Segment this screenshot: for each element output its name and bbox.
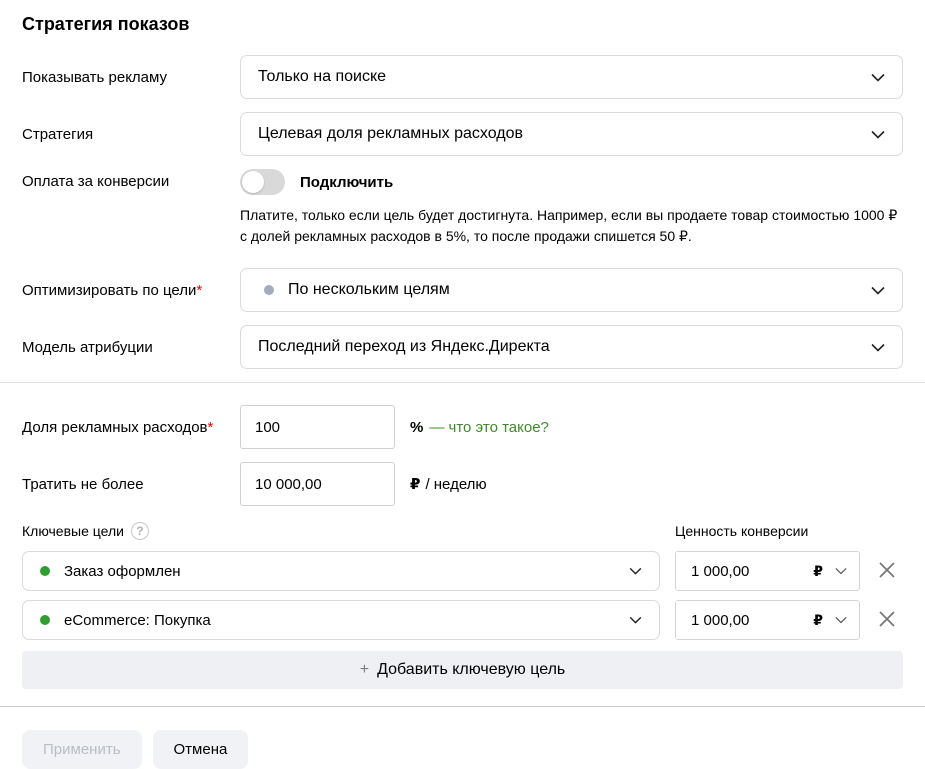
toggle-knob <box>242 171 264 193</box>
remove-goal-button[interactable] <box>876 559 898 584</box>
goal-row: eCommerce: Покупка ₽ <box>22 600 903 640</box>
display-strategy-form: Стратегия показов Показывать рекламу Тол… <box>0 0 925 769</box>
conversion-value-field: ₽ <box>675 551 860 591</box>
pay-per-conversion-toggle[interactable] <box>240 169 285 195</box>
goal-row: Заказ оформлен ₽ <box>22 551 903 591</box>
row-weekly-limit: Тратить не более ₽ / неделю <box>22 462 903 506</box>
strategy-value: Целевая доля рекламных расходов <box>258 125 861 143</box>
currency-symbol: ₽ <box>813 563 823 580</box>
ruble-unit: ₽ <box>410 475 420 493</box>
footer-actions: Применить Отмена <box>22 730 903 769</box>
conversion-value-input[interactable] <box>676 552 776 590</box>
attribution-model-select[interactable]: Последний переход из Яндекс.Директа <box>240 325 903 369</box>
remove-goal-button[interactable] <box>876 608 898 633</box>
plus-icon: + <box>360 661 369 679</box>
multi-goal-dot-icon <box>264 285 274 295</box>
goals-header: Ключевые цели ? Ценность конверсии <box>22 522 903 540</box>
goal-status-dot-icon <box>40 566 50 576</box>
chevron-down-icon <box>871 343 885 352</box>
required-asterisk: * <box>208 419 214 436</box>
row-attribution-model: Модель атрибуции Последний переход из Ян… <box>22 325 903 369</box>
weekly-limit-label: Тратить не более <box>22 476 240 493</box>
optimize-goal-select[interactable]: По нескольким целям <box>240 268 903 312</box>
per-week-suffix: / неделю <box>425 476 486 493</box>
footer-divider <box>0 706 925 707</box>
apply-button[interactable]: Применить <box>22 730 142 769</box>
conversion-value-field: ₽ <box>675 600 860 640</box>
row-strategy: Стратегия Целевая доля рекламных расходо… <box>22 112 903 156</box>
chevron-down-icon[interactable] <box>835 567 847 575</box>
close-icon <box>876 559 898 584</box>
chevron-down-icon <box>871 286 885 295</box>
page-title: Стратегия показов <box>22 14 903 35</box>
help-question-icon[interactable]: ? <box>131 522 149 540</box>
what-is-it-link[interactable]: — что это такое? <box>429 419 549 436</box>
row-show-ads: Показывать рекламу Только на поиске <box>22 55 903 99</box>
goal-select[interactable]: eCommerce: Покупка <box>22 600 660 640</box>
weekly-limit-input[interactable] <box>240 462 395 506</box>
goal-name: eCommerce: Покупка <box>64 612 619 629</box>
percent-unit: % <box>410 419 423 436</box>
goal-status-dot-icon <box>40 615 50 625</box>
show-ads-select[interactable]: Только на поиске <box>240 55 903 99</box>
conversion-value-title: Ценность конверсии <box>675 523 808 539</box>
chevron-down-icon[interactable] <box>835 616 847 624</box>
strategy-label: Стратегия <box>22 126 240 143</box>
add-key-goal-label: Добавить ключевую цель <box>377 661 565 679</box>
pay-per-conversion-description: Платите, только если цель будет достигну… <box>240 205 903 247</box>
section-divider <box>0 382 925 383</box>
chevron-down-icon <box>871 73 885 82</box>
ad-spend-share-label: Доля рекламных расходов* <box>22 419 240 436</box>
chevron-down-icon <box>629 567 642 575</box>
goal-select[interactable]: Заказ оформлен <box>22 551 660 591</box>
optimize-goal-value: По нескольким целям <box>288 281 861 299</box>
show-ads-label: Показывать рекламу <box>22 69 240 86</box>
goal-name: Заказ оформлен <box>64 563 619 580</box>
close-icon <box>876 608 898 633</box>
ad-spend-share-input[interactable] <box>240 405 395 449</box>
key-goals-title: Ключевые цели <box>22 523 124 539</box>
add-key-goal-button[interactable]: + Добавить ключевую цель <box>22 651 903 689</box>
row-pay-per-conversion: Оплата за конверсии Подключить Платите, … <box>22 169 903 247</box>
required-asterisk: * <box>196 282 202 299</box>
pay-per-conversion-label: Оплата за конверсии <box>22 169 240 190</box>
cancel-button[interactable]: Отмена <box>153 730 249 769</box>
currency-symbol: ₽ <box>813 612 823 629</box>
attribution-model-label: Модель атрибуции <box>22 339 240 356</box>
conversion-value-input[interactable] <box>676 601 776 639</box>
row-ad-spend-share: Доля рекламных расходов* % — что это так… <box>22 405 903 449</box>
toggle-label: Подключить <box>300 174 393 191</box>
chevron-down-icon <box>629 616 642 624</box>
strategy-select[interactable]: Целевая доля рекламных расходов <box>240 112 903 156</box>
optimize-goal-label: Оптимизировать по цели* <box>22 282 240 299</box>
row-optimize-goal: Оптимизировать по цели* По нескольким це… <box>22 268 903 312</box>
attribution-model-value: Последний переход из Яндекс.Директа <box>258 338 861 356</box>
show-ads-value: Только на поиске <box>258 68 861 86</box>
chevron-down-icon <box>871 130 885 139</box>
